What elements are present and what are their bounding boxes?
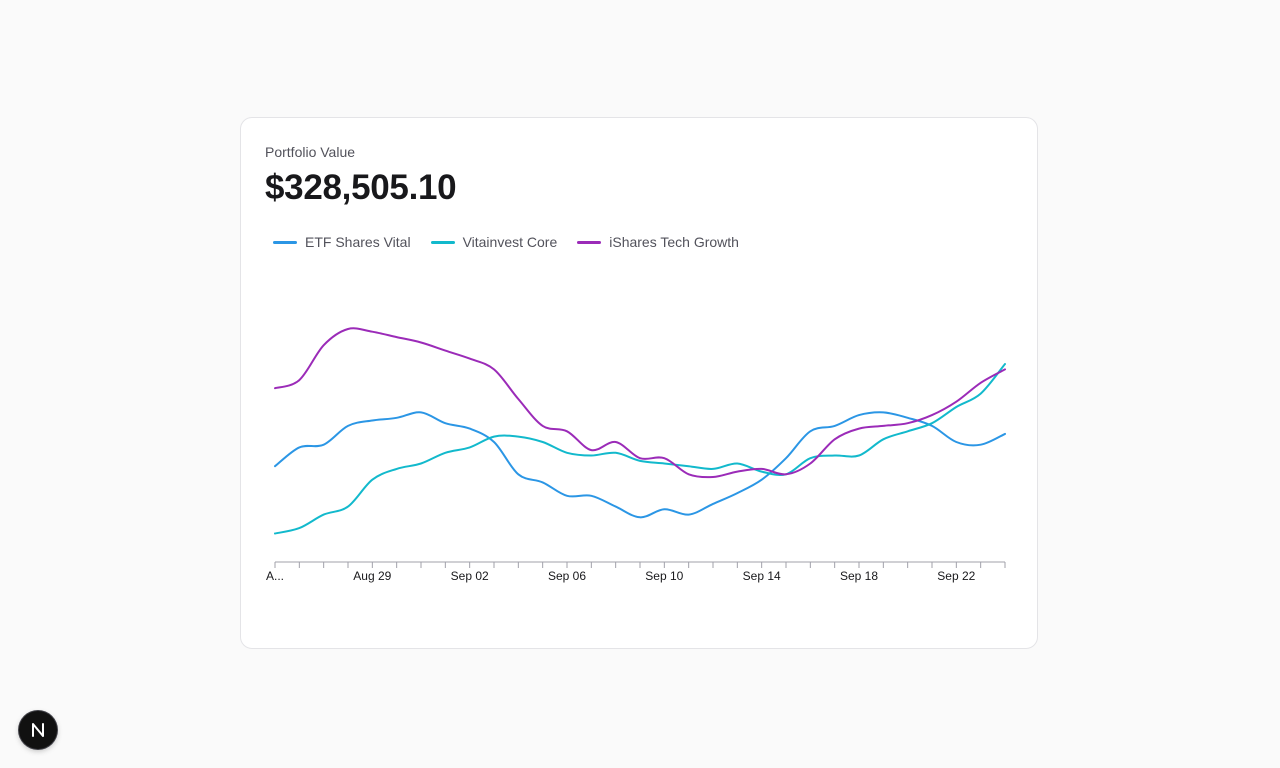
series-line-ishares-tech-growth <box>274 327 1006 479</box>
x-tick-label: A... <box>266 569 284 583</box>
x-tick-label: Sep 10 <box>645 569 683 583</box>
nextjs-dev-badge[interactable] <box>19 711 57 749</box>
x-tick-label: Sep 02 <box>451 569 489 583</box>
series-line-etf-shares-vital <box>274 411 1006 519</box>
portfolio-line-chart: A... Aug 29 Sep 02 Sep 06 Sep 10 Sep 14 Sep 18… <box>266 327 1006 583</box>
x-tick-label: Sep 06 <box>548 569 586 583</box>
series-line-vitainvest-core <box>274 363 1006 535</box>
x-tick-label: Sep 14 <box>743 569 781 583</box>
portfolio-card: Portfolio Value $328,505.10 ETF Shares V… <box>240 117 1038 649</box>
x-tick-label: Sep 22 <box>937 569 975 583</box>
x-tick-label: Aug 29 <box>353 569 391 583</box>
x-tick-label: Sep 18 <box>840 569 878 583</box>
nextjs-logo-icon <box>32 723 44 737</box>
